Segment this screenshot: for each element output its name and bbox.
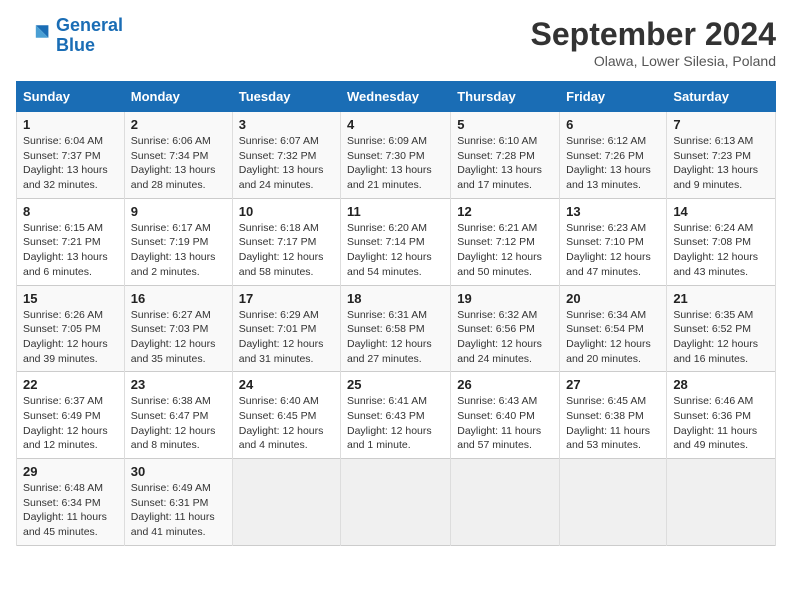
- col-monday: Monday: [124, 82, 232, 112]
- col-friday: Friday: [560, 82, 667, 112]
- table-cell: 12Sunrise: 6:21 AMSunset: 7:12 PMDayligh…: [451, 198, 560, 285]
- calendar-row: 8Sunrise: 6:15 AMSunset: 7:21 PMDaylight…: [17, 198, 776, 285]
- table-cell: 25Sunrise: 6:41 AMSunset: 6:43 PMDayligh…: [341, 372, 451, 459]
- col-wednesday: Wednesday: [341, 82, 451, 112]
- calendar-row: 29Sunrise: 6:48 AMSunset: 6:34 PMDayligh…: [17, 459, 776, 546]
- table-cell: 19Sunrise: 6:32 AMSunset: 6:56 PMDayligh…: [451, 285, 560, 372]
- calendar-table: Sunday Monday Tuesday Wednesday Thursday…: [16, 81, 776, 546]
- location-subtitle: Olawa, Lower Silesia, Poland: [531, 53, 776, 69]
- table-cell: 4Sunrise: 6:09 AMSunset: 7:30 PMDaylight…: [341, 112, 451, 199]
- calendar-row: 15Sunrise: 6:26 AMSunset: 7:05 PMDayligh…: [17, 285, 776, 372]
- table-cell: [560, 459, 667, 546]
- table-cell: 10Sunrise: 6:18 AMSunset: 7:17 PMDayligh…: [232, 198, 340, 285]
- title-block: September 2024 Olawa, Lower Silesia, Pol…: [531, 16, 776, 69]
- table-cell: 23Sunrise: 6:38 AMSunset: 6:47 PMDayligh…: [124, 372, 232, 459]
- logo: General Blue: [16, 16, 123, 56]
- calendar-row: 22Sunrise: 6:37 AMSunset: 6:49 PMDayligh…: [17, 372, 776, 459]
- table-cell: [451, 459, 560, 546]
- col-thursday: Thursday: [451, 82, 560, 112]
- table-cell: 20Sunrise: 6:34 AMSunset: 6:54 PMDayligh…: [560, 285, 667, 372]
- table-cell: 8Sunrise: 6:15 AMSunset: 7:21 PMDaylight…: [17, 198, 125, 285]
- table-cell: [232, 459, 340, 546]
- logo-text: General Blue: [56, 16, 123, 56]
- table-cell: 30Sunrise: 6:49 AMSunset: 6:31 PMDayligh…: [124, 459, 232, 546]
- table-cell: [341, 459, 451, 546]
- month-title: September 2024: [531, 16, 776, 53]
- table-cell: 11Sunrise: 6:20 AMSunset: 7:14 PMDayligh…: [341, 198, 451, 285]
- table-cell: 17Sunrise: 6:29 AMSunset: 7:01 PMDayligh…: [232, 285, 340, 372]
- table-cell: 2Sunrise: 6:06 AMSunset: 7:34 PMDaylight…: [124, 112, 232, 199]
- col-sunday: Sunday: [17, 82, 125, 112]
- table-cell: 1Sunrise: 6:04 AMSunset: 7:37 PMDaylight…: [17, 112, 125, 199]
- col-tuesday: Tuesday: [232, 82, 340, 112]
- table-cell: 27Sunrise: 6:45 AMSunset: 6:38 PMDayligh…: [560, 372, 667, 459]
- table-cell: 24Sunrise: 6:40 AMSunset: 6:45 PMDayligh…: [232, 372, 340, 459]
- table-cell: 3Sunrise: 6:07 AMSunset: 7:32 PMDaylight…: [232, 112, 340, 199]
- table-cell: 6Sunrise: 6:12 AMSunset: 7:26 PMDaylight…: [560, 112, 667, 199]
- table-cell: 16Sunrise: 6:27 AMSunset: 7:03 PMDayligh…: [124, 285, 232, 372]
- table-cell: 5Sunrise: 6:10 AMSunset: 7:28 PMDaylight…: [451, 112, 560, 199]
- page-header: General Blue September 2024 Olawa, Lower…: [16, 16, 776, 69]
- table-cell: 29Sunrise: 6:48 AMSunset: 6:34 PMDayligh…: [17, 459, 125, 546]
- table-cell: 14Sunrise: 6:24 AMSunset: 7:08 PMDayligh…: [667, 198, 776, 285]
- table-cell: 18Sunrise: 6:31 AMSunset: 6:58 PMDayligh…: [341, 285, 451, 372]
- table-cell: 21Sunrise: 6:35 AMSunset: 6:52 PMDayligh…: [667, 285, 776, 372]
- col-saturday: Saturday: [667, 82, 776, 112]
- header-row: Sunday Monday Tuesday Wednesday Thursday…: [17, 82, 776, 112]
- table-cell: 7Sunrise: 6:13 AMSunset: 7:23 PMDaylight…: [667, 112, 776, 199]
- table-cell: 13Sunrise: 6:23 AMSunset: 7:10 PMDayligh…: [560, 198, 667, 285]
- table-cell: 9Sunrise: 6:17 AMSunset: 7:19 PMDaylight…: [124, 198, 232, 285]
- table-cell: 15Sunrise: 6:26 AMSunset: 7:05 PMDayligh…: [17, 285, 125, 372]
- table-cell: 28Sunrise: 6:46 AMSunset: 6:36 PMDayligh…: [667, 372, 776, 459]
- logo-icon: [16, 18, 52, 54]
- calendar-row: 1Sunrise: 6:04 AMSunset: 7:37 PMDaylight…: [17, 112, 776, 199]
- table-cell: 26Sunrise: 6:43 AMSunset: 6:40 PMDayligh…: [451, 372, 560, 459]
- table-cell: 22Sunrise: 6:37 AMSunset: 6:49 PMDayligh…: [17, 372, 125, 459]
- table-cell: [667, 459, 776, 546]
